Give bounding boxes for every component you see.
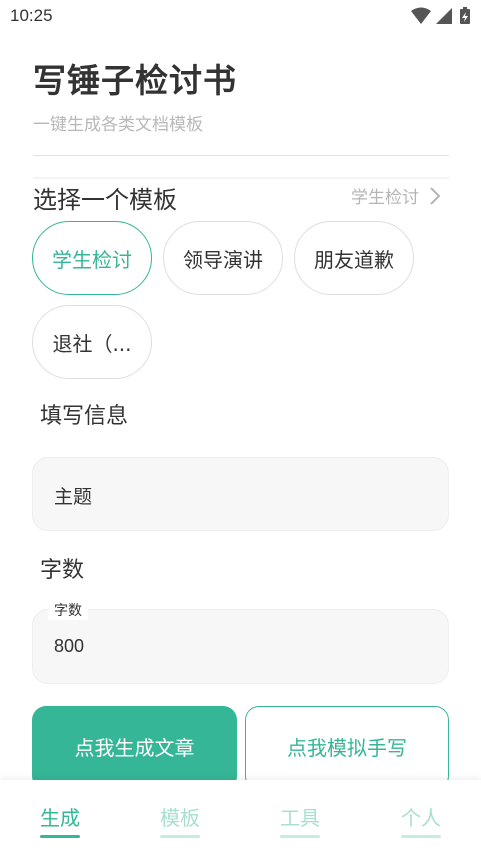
topic-placeholder: 主题: [54, 486, 93, 508]
current-template-link[interactable]: 学生检讨: [351, 183, 419, 208]
word-count-heading: 字数: [40, 558, 85, 583]
status-bar: 10:25: [0, 0, 481, 32]
nav-tab-tools[interactable]: 工具: [240, 780, 360, 856]
template-chip-label: 朋友道歉: [314, 247, 394, 272]
template-chip-student-review[interactable]: 学生检讨: [32, 221, 152, 295]
nav-tab-label: 工具: [280, 806, 320, 830]
nav-tab-label: 个人: [401, 806, 441, 830]
template-chip-friend-apology[interactable]: 朋友道歉: [294, 221, 414, 295]
generate-article-label: 点我生成文章: [74, 735, 195, 760]
nav-tab-indicator: [280, 835, 320, 838]
fill-info-heading: 填写信息: [40, 404, 129, 429]
app-title: 写锤子检讨书: [33, 61, 237, 100]
word-count-input[interactable]: 800: [32, 609, 449, 684]
bottom-nav: 生成 模板 工具 个人: [0, 780, 481, 856]
nav-tab-templates[interactable]: 模板: [120, 780, 240, 856]
chevron-right-icon[interactable]: [428, 185, 442, 207]
header-divider: [33, 155, 449, 156]
nav-tab-label: 模板: [160, 806, 200, 830]
word-count-legend: 字数: [48, 600, 88, 620]
battery-charging-icon: [460, 7, 470, 24]
status-icons: [411, 7, 470, 24]
status-time: 10:25: [10, 6, 53, 25]
signal-icon: [436, 8, 452, 24]
template-chip-label: 退社（...: [52, 331, 132, 356]
template-chip-label: 领导演讲: [183, 247, 263, 272]
nav-tab-label: 生成: [40, 806, 80, 830]
simulate-handwriting-label: 点我模拟手写: [287, 735, 407, 760]
template-chip-quit-club[interactable]: 退社（...: [32, 305, 152, 379]
app-subtitle: 一键生成各类文档模板: [33, 115, 203, 135]
nav-tab-generate[interactable]: 生成: [0, 780, 120, 856]
nav-tab-indicator: [401, 835, 441, 838]
section-divider: [33, 177, 449, 179]
template-chip-leader-speech[interactable]: 领导演讲: [163, 221, 283, 295]
wifi-icon: [411, 7, 431, 24]
simulate-handwriting-button[interactable]: 点我模拟手写: [245, 706, 449, 790]
nav-tab-indicator: [160, 835, 200, 838]
nav-tab-profile[interactable]: 个人: [361, 780, 481, 856]
template-chip-label: 学生检讨: [52, 247, 132, 272]
topic-input[interactable]: 主题: [32, 457, 449, 531]
nav-tab-indicator: [40, 835, 80, 838]
generate-article-button[interactable]: 点我生成文章: [32, 706, 237, 790]
word-count-value: 800: [54, 636, 85, 656]
template-section-heading: 选择一个模板: [33, 186, 177, 214]
